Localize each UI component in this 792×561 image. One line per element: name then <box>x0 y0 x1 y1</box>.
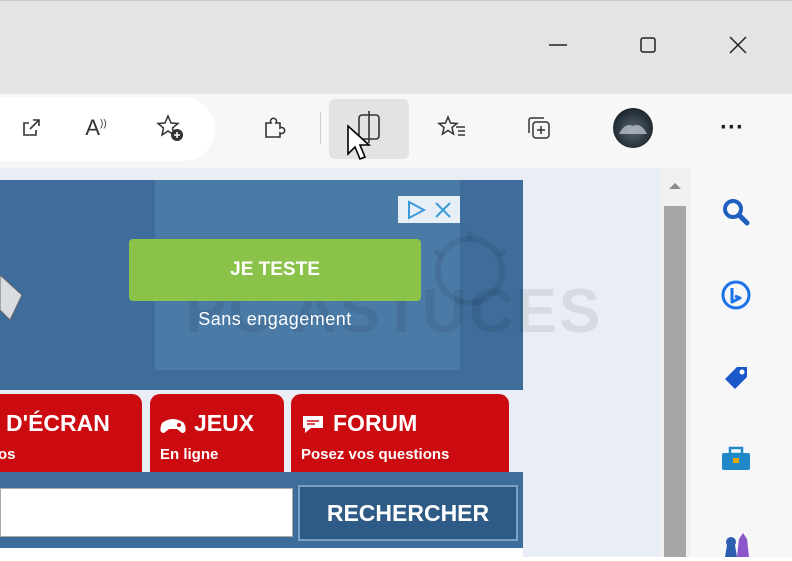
minimize-icon <box>549 44 567 46</box>
sidebar-shopping-button[interactable] <box>718 360 754 396</box>
ad-subtitle: Sans engagement <box>198 309 352 329</box>
nav-tab-title: D'ÉCRAN <box>6 410 110 436</box>
sidebar-search-button[interactable] <box>718 194 754 230</box>
mouse-cursor-icon <box>346 124 372 169</box>
puzzle-icon <box>265 117 286 138</box>
nav-tab-title: FORUM <box>333 410 418 436</box>
ad-choices[interactable] <box>398 196 460 223</box>
star-add-icon <box>156 114 183 141</box>
profile-button[interactable] <box>607 102 659 154</box>
mascot-icon <box>0 250 30 330</box>
open-in-app-button[interactable] <box>5 102 57 154</box>
avatar <box>613 108 653 148</box>
bing-chat-icon <box>721 280 751 310</box>
collections-button[interactable] <box>513 102 565 154</box>
favorites-icon <box>437 115 465 136</box>
favorites-button[interactable] <box>426 102 478 154</box>
nav-tab-title: JEUX <box>194 410 255 436</box>
scroll-up-arrow-icon[interactable] <box>668 178 682 196</box>
tag-icon <box>725 367 747 389</box>
nav-tab-subtitle: Posez vos questions <box>301 446 450 463</box>
search-button[interactable]: RECHERCHER <box>298 485 518 541</box>
robot-watermark-icon <box>420 226 520 331</box>
nav-tab-subtitle: os <box>0 446 16 463</box>
read-aloud-icon: A)) <box>85 115 107 140</box>
content-area-below <box>0 548 523 557</box>
sidebar-copilot-button[interactable] <box>718 278 754 314</box>
nav-tab-forum[interactable]: FORUM Posez vos questions <box>291 394 509 472</box>
nav-tab-jeux[interactable]: JEUX En ligne <box>150 394 284 472</box>
ad-close-icon[interactable] <box>432 199 454 221</box>
chat-bubble-icon <box>303 415 323 433</box>
scrollbar-thumb[interactable] <box>664 206 686 557</box>
chess-icon <box>725 533 749 557</box>
sidebar-tools-button[interactable] <box>718 440 754 476</box>
ad-cta-button[interactable]: JE TESTE <box>129 239 421 301</box>
gamepad-icon <box>160 418 186 433</box>
toolbar-divider <box>320 112 321 144</box>
close-icon <box>729 36 747 54</box>
ad-choices-icon <box>408 199 427 220</box>
open-external-icon <box>23 119 40 136</box>
add-favorite-button[interactable] <box>144 102 196 154</box>
maximize-icon <box>640 37 656 53</box>
search-input[interactable] <box>0 488 293 537</box>
nav-tab-ecran[interactable]: D'ÉCRAN os <box>0 394 142 472</box>
sidebar-games-button[interactable] <box>718 525 754 561</box>
nav-tab-subtitle: En ligne <box>160 446 219 463</box>
search-icon <box>723 199 750 226</box>
more-icon: ··· <box>720 114 744 141</box>
read-aloud-button[interactable]: A)) <box>70 102 122 154</box>
collections-icon <box>528 117 550 139</box>
close-button[interactable] <box>708 20 768 70</box>
maximize-button[interactable] <box>618 20 678 70</box>
settings-more-button[interactable]: ··· <box>706 102 758 154</box>
toolbox-icon <box>722 446 750 470</box>
minimize-button[interactable] <box>528 20 588 70</box>
extensions-button[interactable] <box>248 102 300 154</box>
